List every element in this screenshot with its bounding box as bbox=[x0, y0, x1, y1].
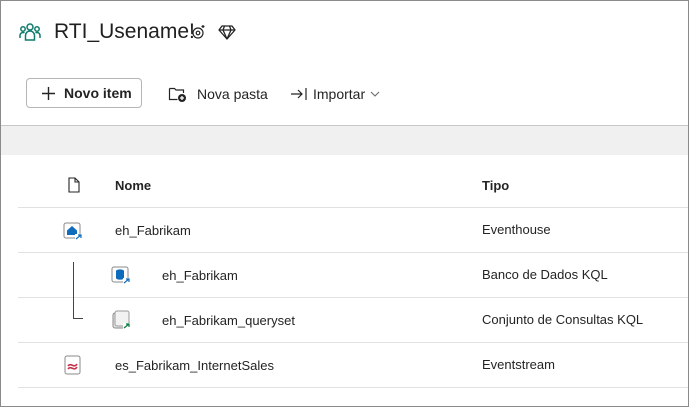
column-header-type[interactable]: Tipo bbox=[482, 178, 509, 194]
item-type: Conjunto de Consultas KQL bbox=[482, 312, 644, 327]
new-item-button[interactable]: Novo item bbox=[26, 78, 142, 108]
folder-add-icon bbox=[168, 87, 186, 102]
kql-database-icon bbox=[111, 265, 131, 285]
file-type-icon bbox=[67, 177, 81, 193]
table-row[interactable]: es_Fabrikam_InternetSales Eventstream bbox=[18, 343, 688, 388]
workspace-title: RTI_Usename! bbox=[54, 20, 195, 43]
item-name[interactable]: eh_Fabrikam bbox=[162, 268, 238, 284]
chevron-down-icon bbox=[370, 91, 380, 97]
import-arrow-icon bbox=[291, 88, 307, 100]
content-top-band bbox=[1, 126, 688, 155]
diamond-icon[interactable] bbox=[218, 23, 236, 41]
table-row[interactable]: eh_Fabrikam_queryset Conjunto de Consult… bbox=[18, 298, 688, 343]
item-type: Eventstream bbox=[482, 357, 555, 372]
item-name[interactable]: es_Fabrikam_InternetSales bbox=[115, 358, 274, 374]
new-folder-label: Nova pasta bbox=[197, 86, 268, 102]
table-row[interactable]: eh_Fabrikam Banco de Dados KQL bbox=[18, 253, 688, 298]
column-header-name[interactable]: Nome bbox=[115, 178, 151, 194]
table-header-row: Nome Tipo bbox=[18, 163, 688, 208]
item-name[interactable]: eh_Fabrikam bbox=[115, 223, 191, 239]
workspace-people-icon bbox=[18, 20, 42, 44]
workspace-window: RTI_Usename! Novo item Nova pasta Import… bbox=[0, 0, 689, 407]
child-tree-connector bbox=[73, 262, 83, 319]
settings-sparkle-icon[interactable] bbox=[190, 23, 208, 41]
table-row[interactable]: eh_Fabrikam Eventhouse bbox=[18, 208, 688, 253]
eventstream-icon bbox=[63, 355, 83, 375]
import-label: Importar bbox=[313, 86, 366, 102]
import-dropdown[interactable]: Importar bbox=[290, 83, 380, 105]
eventhouse-icon bbox=[63, 221, 83, 241]
item-type: Eventhouse bbox=[482, 222, 551, 237]
plus-icon bbox=[42, 86, 55, 100]
new-folder-button[interactable]: Nova pasta bbox=[168, 83, 268, 105]
kql-queryset-icon bbox=[111, 310, 131, 330]
item-type: Banco de Dados KQL bbox=[482, 267, 608, 282]
item-name[interactable]: eh_Fabrikam_queryset bbox=[162, 313, 295, 329]
new-item-label: Novo item bbox=[64, 85, 132, 101]
